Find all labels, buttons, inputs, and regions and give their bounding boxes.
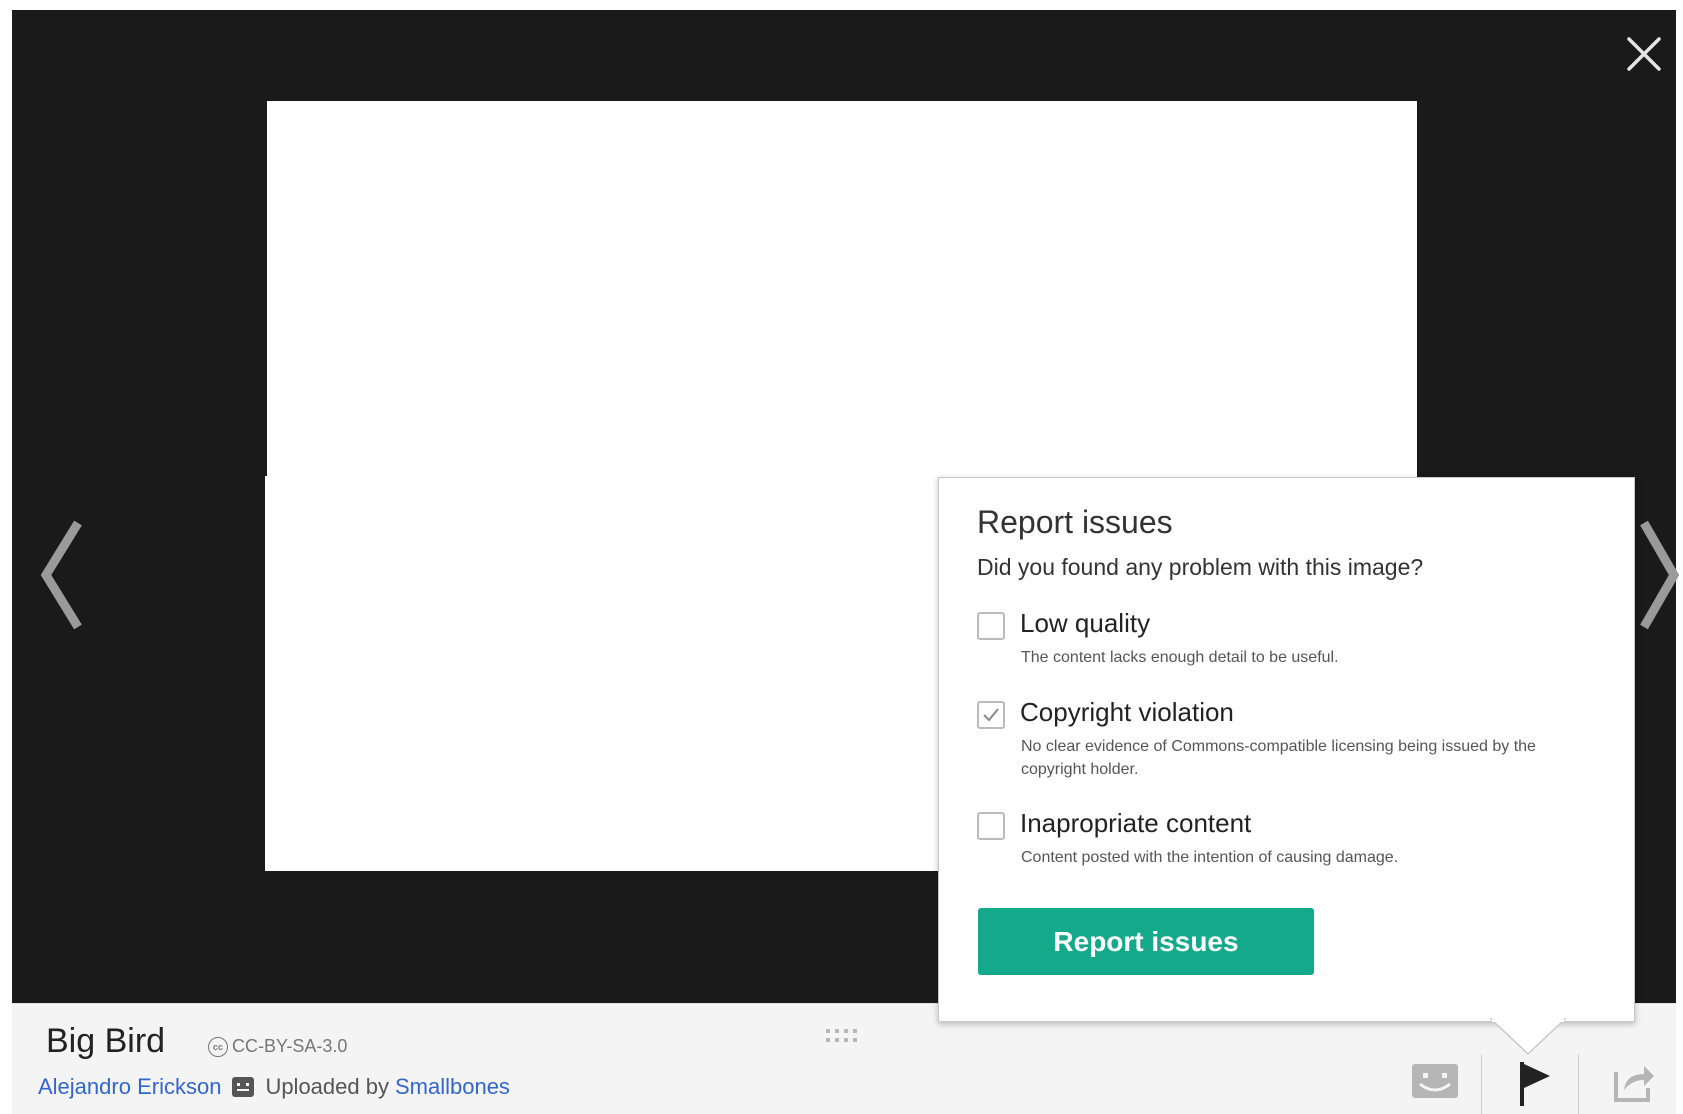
popup-pointer <box>1490 1018 1566 1056</box>
option-label: Copyright violation <box>1020 697 1234 727</box>
author-link[interactable]: Alejandro Erickson <box>38 1074 221 1100</box>
option-label: Low quality <box>1020 608 1151 638</box>
chevron-right-icon <box>1640 520 1680 630</box>
dialog-title: Report issues <box>977 504 1173 540</box>
attribution-line: Alejandro Erickson Uploaded by Smallbone… <box>38 1074 510 1100</box>
option-description: The content lacks enough detail to be us… <box>1021 649 1339 666</box>
checkmark-icon <box>983 708 999 722</box>
share-button[interactable] <box>1612 1060 1658 1109</box>
report-issues-dialog: Report issues Did you found any problem … <box>938 477 1635 1022</box>
report-issues-submit-button[interactable]: Report issues <box>978 908 1314 975</box>
uploaded-by-label: Uploaded by <box>265 1074 389 1099</box>
toolbar-divider <box>1481 1054 1482 1114</box>
chevron-left-icon <box>40 520 82 630</box>
copyright-violation-checkbox[interactable] <box>977 701 1005 729</box>
share-icon <box>1614 1066 1654 1102</box>
creative-commons-icon: cc <box>208 1036 228 1057</box>
close-button[interactable] <box>1625 35 1663 73</box>
option-description: Content posted with the intention of cau… <box>1021 849 1399 866</box>
image-title: Big Bird <box>46 1022 166 1060</box>
next-image-button[interactable] <box>1636 515 1683 635</box>
feedback-button[interactable] <box>1410 1062 1460 1105</box>
license-label[interactable]: cc CC-BY-SA-3.0 <box>208 1036 347 1057</box>
face-icon <box>1412 1064 1458 1098</box>
low-quality-checkbox[interactable] <box>977 612 1005 640</box>
option-description: No clear evidence of Commons-compatible … <box>1021 738 1536 778</box>
dialog-question: Did you found any problem with this imag… <box>977 554 1424 580</box>
report-button[interactable] <box>1514 1060 1554 1113</box>
license-text: CC-BY-SA-3.0 <box>232 1036 348 1056</box>
previous-image-button[interactable] <box>34 515 90 635</box>
option-label: Inapropriate content <box>1020 808 1252 838</box>
flag-icon <box>1520 1062 1550 1106</box>
image-display-edge <box>265 476 269 871</box>
toolbar-divider <box>1578 1054 1579 1114</box>
inappropriate-content-checkbox[interactable] <box>977 812 1005 840</box>
grip-icon <box>826 1029 857 1042</box>
uploader-link[interactable]: Smallbones <box>395 1074 510 1100</box>
drag-handle[interactable] <box>824 1026 864 1046</box>
upload-icon <box>232 1077 255 1097</box>
close-icon <box>1627 37 1661 71</box>
